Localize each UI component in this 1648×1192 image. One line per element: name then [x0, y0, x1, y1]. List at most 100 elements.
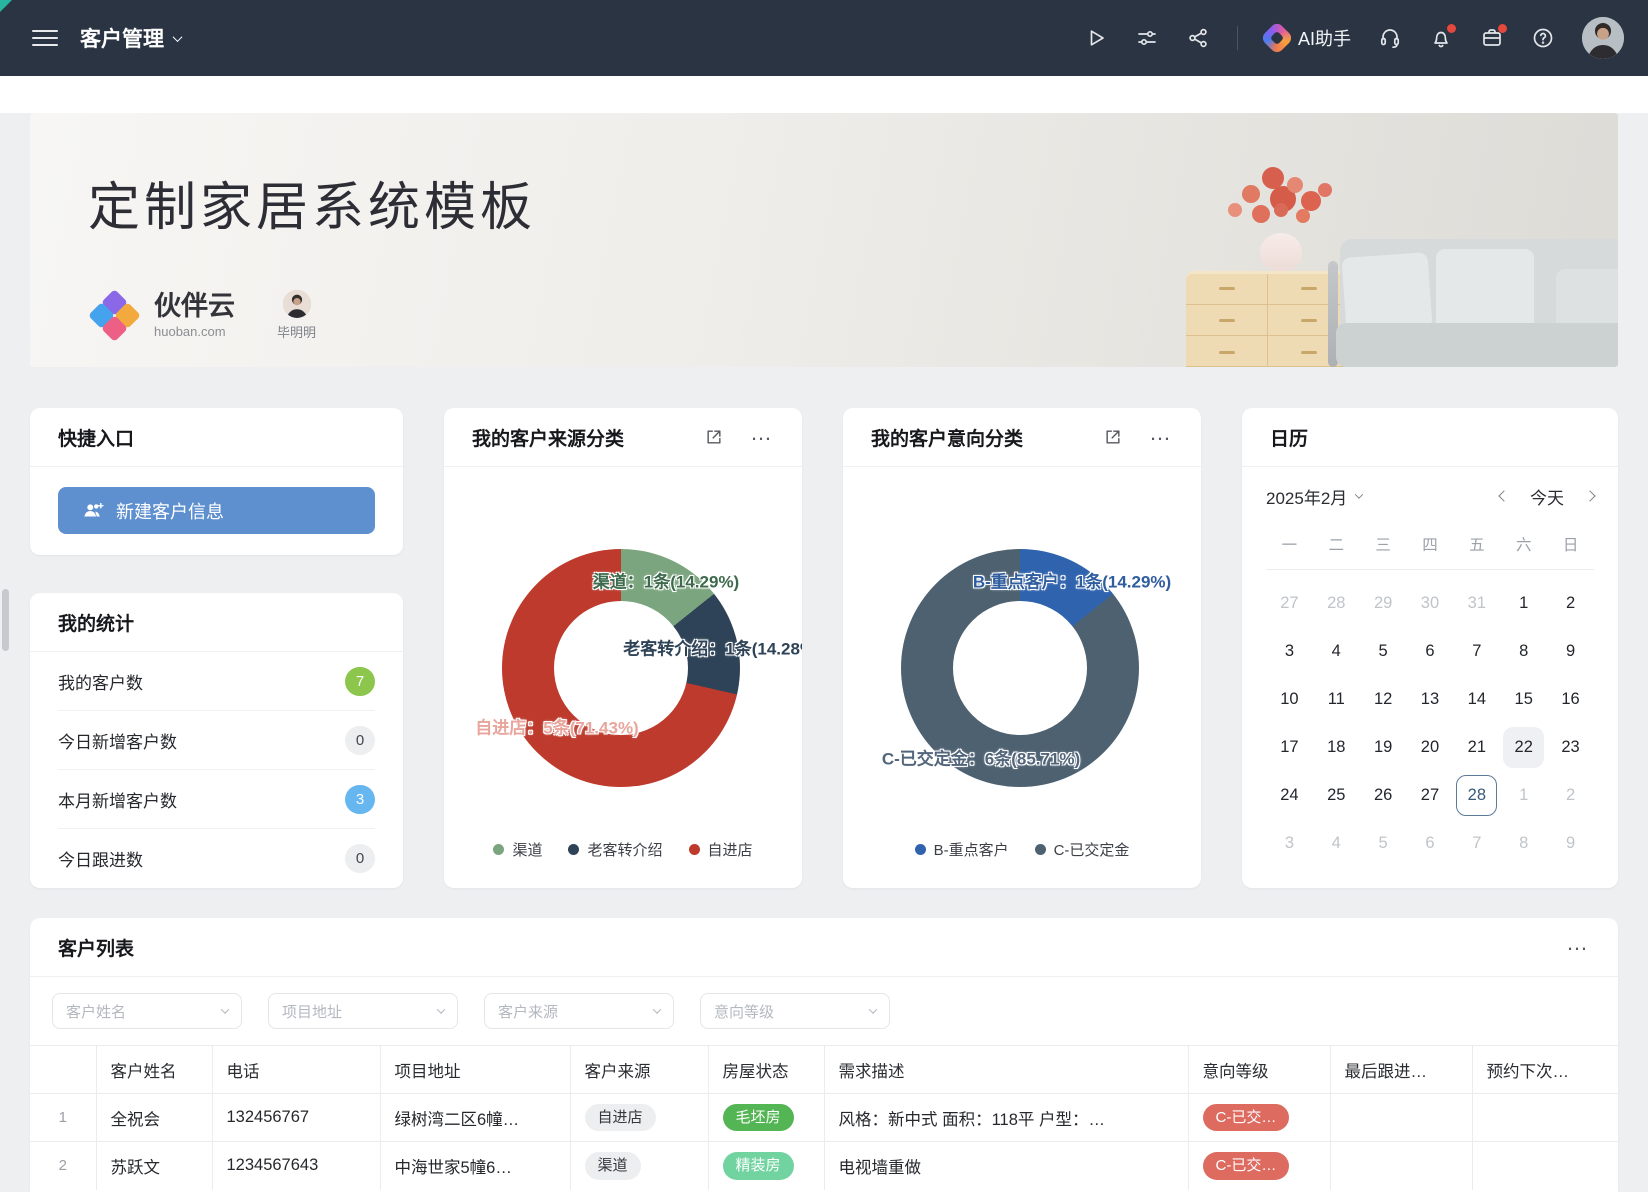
- filter-客户来源[interactable]: 客户来源: [484, 993, 674, 1029]
- calendar-month-select[interactable]: 2025年2月: [1266, 484, 1362, 509]
- cell-phone[interactable]: 1234567643: [212, 1142, 380, 1190]
- calendar-day[interactable]: 12: [1363, 679, 1404, 720]
- calendar-day[interactable]: 27: [1409, 775, 1450, 816]
- calendar-day[interactable]: 4: [1316, 631, 1357, 672]
- calendar-day[interactable]: 28: [1316, 583, 1357, 624]
- page-scrollbar-thumb[interactable]: [2, 589, 9, 651]
- calendar-day[interactable]: 17: [1269, 727, 1310, 768]
- column-header[interactable]: 房屋状态: [708, 1046, 824, 1094]
- filter-意向等级[interactable]: 意向等级: [700, 993, 890, 1029]
- filter-客户姓名[interactable]: 客户姓名: [52, 993, 242, 1029]
- calendar-day[interactable]: 25: [1316, 775, 1357, 816]
- cell-intent[interactable]: C-已交…: [1188, 1094, 1330, 1142]
- calendar-day[interactable]: 7: [1456, 631, 1497, 672]
- play-icon[interactable]: [1084, 26, 1108, 50]
- calendar-day[interactable]: 20: [1409, 727, 1450, 768]
- calendar-day[interactable]: 3: [1269, 823, 1310, 864]
- help-icon[interactable]: [1531, 26, 1555, 50]
- cell-phone[interactable]: 132456767: [212, 1094, 380, 1142]
- calendar-day[interactable]: 30: [1409, 583, 1450, 624]
- legend-item[interactable]: C-已交定金: [1035, 839, 1130, 860]
- column-header[interactable]: 意向等级: [1188, 1046, 1330, 1094]
- cell-name[interactable]: 全祝会: [96, 1094, 212, 1142]
- calendar-day[interactable]: 23: [1550, 727, 1591, 768]
- calendar-day[interactable]: 10: [1269, 679, 1310, 720]
- cell-next-appoint[interactable]: [1472, 1094, 1618, 1142]
- cell-last-follow[interactable]: [1330, 1142, 1472, 1190]
- column-header[interactable]: 电话: [212, 1046, 380, 1094]
- calendar-day[interactable]: 4: [1316, 823, 1357, 864]
- ai-assistant-button[interactable]: AI助手: [1265, 25, 1351, 51]
- calendar-day[interactable]: 15: [1503, 679, 1544, 720]
- calendar-day[interactable]: 6: [1409, 631, 1450, 672]
- calendar-day[interactable]: 2: [1550, 775, 1591, 816]
- calendar-day[interactable]: 5: [1363, 631, 1404, 672]
- more-options-icon[interactable]: …: [1149, 428, 1173, 446]
- calendar-day[interactable]: 1: [1503, 775, 1544, 816]
- open-in-new-icon[interactable]: [1103, 427, 1123, 447]
- calendar-day[interactable]: 26: [1363, 775, 1404, 816]
- calendar-day[interactable]: 21: [1456, 727, 1497, 768]
- calendar-day[interactable]: 18: [1316, 727, 1357, 768]
- column-header[interactable]: 最后跟进…: [1330, 1046, 1472, 1094]
- calendar-day[interactable]: 8: [1503, 631, 1544, 672]
- calendar-day[interactable]: 9: [1550, 631, 1591, 672]
- filter-项目地址[interactable]: 项目地址: [268, 993, 458, 1029]
- cell-next-appoint[interactable]: [1472, 1142, 1618, 1190]
- calendar-day[interactable]: 9: [1550, 823, 1591, 864]
- column-header[interactable]: 需求描述: [824, 1046, 1188, 1094]
- calendar-day[interactable]: 24: [1269, 775, 1310, 816]
- table-row[interactable]: 1全祝会132456767绿树湾二区6幢…自进店毛坯房风格：新中式 面积：118…: [30, 1094, 1618, 1142]
- calendar-day[interactable]: 7: [1456, 823, 1497, 864]
- calendar-day[interactable]: 16: [1550, 679, 1591, 720]
- legend-item[interactable]: 老客转介绍: [568, 839, 662, 860]
- user-avatar[interactable]: [1582, 17, 1624, 59]
- inbox-icon[interactable]: [1480, 26, 1504, 50]
- cell-name[interactable]: 苏跃文: [96, 1142, 212, 1190]
- calendar-day[interactable]: 22: [1503, 727, 1544, 768]
- calendar-day[interactable]: 2: [1550, 583, 1591, 624]
- table-row[interactable]: 2苏跃文1234567643中海世家5幢6…渠道精装房电视墙重做C-已交…: [30, 1142, 1618, 1190]
- calendar-day-today[interactable]: 28: [1456, 775, 1497, 816]
- cell-house-status[interactable]: 毛坯房: [708, 1094, 824, 1142]
- cell-house-status[interactable]: 精装房: [708, 1142, 824, 1190]
- calendar-day[interactable]: 19: [1363, 727, 1404, 768]
- calendar-prev-icon[interactable]: [1498, 490, 1509, 501]
- calendar-day[interactable]: 27: [1269, 583, 1310, 624]
- cell-address[interactable]: 绿树湾二区6幢…: [380, 1094, 570, 1142]
- cell-last-follow[interactable]: [1330, 1094, 1472, 1142]
- calendar-day[interactable]: 1: [1503, 583, 1544, 624]
- calendar-day[interactable]: 13: [1409, 679, 1450, 720]
- cell-source[interactable]: 渠道: [570, 1142, 708, 1190]
- calendar-day[interactable]: 11: [1316, 679, 1357, 720]
- calendar-day[interactable]: 31: [1456, 583, 1497, 624]
- more-options-icon[interactable]: …: [750, 428, 774, 446]
- cell-demand[interactable]: 电视墙重做: [824, 1142, 1188, 1190]
- calendar-day[interactable]: 29: [1363, 583, 1404, 624]
- menu-icon[interactable]: [32, 30, 58, 46]
- calendar-day[interactable]: 14: [1456, 679, 1497, 720]
- legend-item[interactable]: B-重点客户: [915, 839, 1009, 860]
- more-options-icon[interactable]: …: [1566, 938, 1590, 956]
- column-header[interactable]: 客户姓名: [96, 1046, 212, 1094]
- open-in-new-icon[interactable]: [704, 427, 724, 447]
- legend-item[interactable]: 自进店: [689, 839, 753, 860]
- calendar-day[interactable]: 8: [1503, 823, 1544, 864]
- cell-demand[interactable]: 风格：新中式 面积：118平 户型：…: [824, 1094, 1188, 1142]
- calendar-today-button[interactable]: 今天: [1530, 484, 1564, 509]
- share-icon[interactable]: [1186, 26, 1210, 50]
- calendar-next-icon[interactable]: [1584, 490, 1595, 501]
- cell-source[interactable]: 自进店: [570, 1094, 708, 1142]
- new-customer-button[interactable]: 新建客户信息: [58, 487, 375, 534]
- calendar-day[interactable]: 5: [1363, 823, 1404, 864]
- cell-address[interactable]: 中海世家5幢6…: [380, 1142, 570, 1190]
- headset-icon[interactable]: [1378, 26, 1402, 50]
- legend-item[interactable]: 渠道: [493, 839, 542, 860]
- column-header[interactable]: 项目地址: [380, 1046, 570, 1094]
- sliders-icon[interactable]: [1135, 26, 1159, 50]
- bell-icon[interactable]: [1429, 26, 1453, 50]
- cell-intent[interactable]: C-已交…: [1188, 1142, 1330, 1190]
- column-header[interactable]: 预约下次…: [1472, 1046, 1618, 1094]
- calendar-day[interactable]: 6: [1409, 823, 1450, 864]
- app-title[interactable]: 客户管理: [80, 23, 181, 53]
